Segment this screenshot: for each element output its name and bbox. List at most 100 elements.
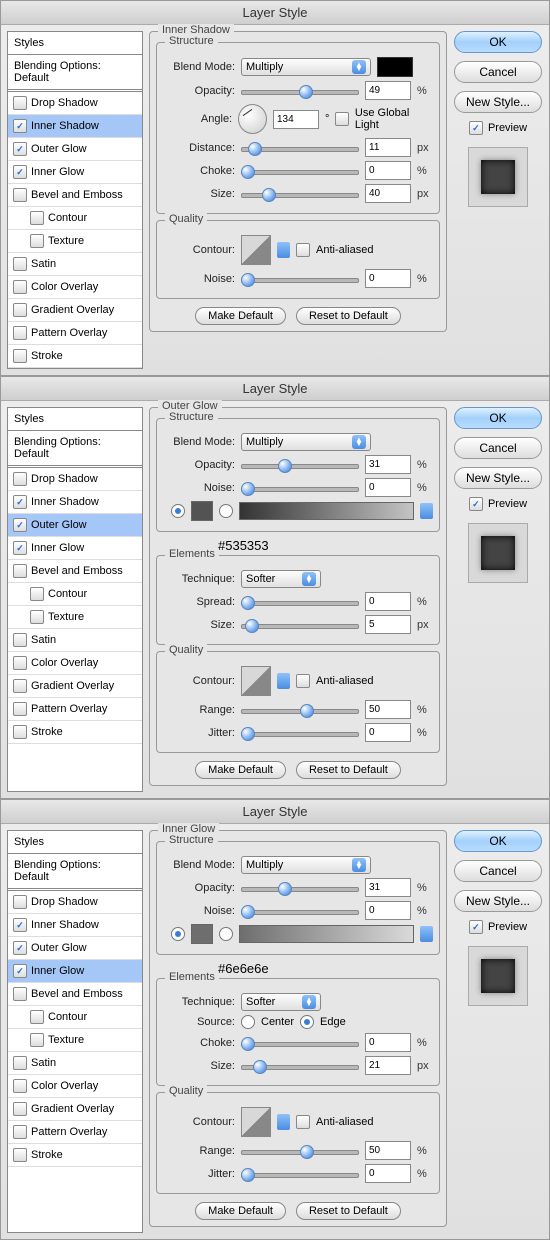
noise-slider[interactable] <box>241 481 359 495</box>
cancel-button[interactable]: Cancel <box>454 61 542 83</box>
use-global-light-checkbox[interactable] <box>335 112 349 126</box>
checkbox[interactable] <box>13 280 27 294</box>
sidebar-item-bevel-and-emboss[interactable]: Bevel and Emboss <box>8 184 142 207</box>
angle-input[interactable] <box>273 110 319 129</box>
checkbox[interactable] <box>13 1056 27 1070</box>
cancel-button[interactable]: Cancel <box>454 437 542 459</box>
checkbox[interactable]: ✓ <box>13 119 27 133</box>
checkbox[interactable] <box>13 1102 27 1116</box>
jitter-slider[interactable] <box>241 726 359 740</box>
sidebar-item-gradient-overlay[interactable]: Gradient Overlay <box>8 1098 142 1121</box>
solid-color-radio[interactable] <box>171 504 185 518</box>
ok-button[interactable]: OK <box>454 31 542 53</box>
checkbox[interactable] <box>13 564 27 578</box>
choke-slider[interactable] <box>241 164 359 178</box>
sidebar-header[interactable]: Styles <box>8 32 142 55</box>
sidebar-item-inner-glow[interactable]: ✓Inner Glow <box>8 161 142 184</box>
size-input[interactable] <box>365 1056 411 1075</box>
checkbox[interactable]: ✓ <box>13 941 27 955</box>
blend-mode-select[interactable]: Multiply▲▼ <box>241 856 371 874</box>
size-slider[interactable] <box>241 1059 359 1073</box>
opacity-input[interactable] <box>365 878 411 897</box>
size-input[interactable] <box>365 184 411 203</box>
gradient-radio[interactable] <box>219 504 233 518</box>
ok-button[interactable]: OK <box>454 407 542 429</box>
range-slider[interactable] <box>241 703 359 717</box>
checkbox[interactable] <box>13 257 27 271</box>
color-swatch[interactable] <box>377 57 413 77</box>
noise-input[interactable] <box>365 269 411 288</box>
checkbox[interactable] <box>13 656 27 670</box>
sidebar-item-satin[interactable]: Satin <box>8 253 142 276</box>
sidebar-subheader[interactable]: Blending Options: Default <box>8 55 142 92</box>
reset-default-button[interactable]: Reset to Default <box>296 1202 401 1220</box>
source-edge-radio[interactable] <box>300 1015 314 1029</box>
checkbox[interactable] <box>13 472 27 486</box>
opacity-slider[interactable] <box>241 458 359 472</box>
checkbox[interactable] <box>13 895 27 909</box>
make-default-button[interactable]: Make Default <box>195 307 286 325</box>
source-center-radio[interactable] <box>241 1015 255 1029</box>
distance-slider[interactable] <box>241 141 359 155</box>
gradient-dropdown-icon[interactable] <box>420 503 433 519</box>
checkbox[interactable] <box>13 303 27 317</box>
range-input[interactable] <box>365 1141 411 1160</box>
checkbox[interactable] <box>30 1010 44 1024</box>
sidebar-item-inner-shadow[interactable]: ✓Inner Shadow <box>8 491 142 514</box>
choke-input[interactable] <box>365 161 411 180</box>
size-slider[interactable] <box>241 618 359 632</box>
checkbox[interactable] <box>13 96 27 110</box>
sidebar-item-color-overlay[interactable]: Color Overlay <box>8 652 142 675</box>
checkbox[interactable]: ✓ <box>13 918 27 932</box>
range-input[interactable] <box>365 700 411 719</box>
contour-dropdown-icon[interactable] <box>277 1114 290 1130</box>
spread-slider[interactable] <box>241 595 359 609</box>
gradient-picker[interactable] <box>239 925 414 943</box>
preview-checkbox[interactable]: ✓ <box>469 920 483 934</box>
anti-aliased-checkbox[interactable] <box>296 243 310 257</box>
sidebar-header[interactable]: Styles <box>8 831 142 854</box>
sidebar-item-texture[interactable]: Texture <box>8 230 142 253</box>
anti-aliased-checkbox[interactable] <box>296 674 310 688</box>
sidebar-item-inner-shadow[interactable]: ✓Inner Shadow <box>8 914 142 937</box>
choke-slider[interactable] <box>241 1036 359 1050</box>
checkbox[interactable] <box>30 587 44 601</box>
blend-mode-select[interactable]: Multiply▲▼ <box>241 58 371 76</box>
sidebar-item-pattern-overlay[interactable]: Pattern Overlay <box>8 698 142 721</box>
sidebar-item-outer-glow[interactable]: ✓Outer Glow <box>8 138 142 161</box>
checkbox[interactable] <box>13 1125 27 1139</box>
checkbox[interactable] <box>30 610 44 624</box>
technique-select[interactable]: Softer▲▼ <box>241 570 321 588</box>
solid-color-radio[interactable] <box>171 927 185 941</box>
sidebar-item-inner-shadow[interactable]: ✓Inner Shadow <box>8 115 142 138</box>
jitter-input[interactable] <box>365 723 411 742</box>
glow-color-swatch[interactable] <box>191 501 213 521</box>
checkbox[interactable] <box>13 188 27 202</box>
sidebar-item-inner-glow[interactable]: ✓Inner Glow <box>8 960 142 983</box>
sidebar-header[interactable]: Styles <box>8 408 142 431</box>
sidebar-item-stroke[interactable]: Stroke <box>8 721 142 744</box>
sidebar-item-bevel-and-emboss[interactable]: Bevel and Emboss <box>8 983 142 1006</box>
sidebar-item-satin[interactable]: Satin <box>8 629 142 652</box>
cancel-button[interactable]: Cancel <box>454 860 542 882</box>
checkbox[interactable]: ✓ <box>13 964 27 978</box>
contour-picker[interactable] <box>241 235 271 265</box>
checkbox[interactable] <box>13 702 27 716</box>
angle-dial[interactable] <box>238 104 267 134</box>
gradient-radio[interactable] <box>219 927 233 941</box>
range-slider[interactable] <box>241 1144 359 1158</box>
noise-slider[interactable] <box>241 904 359 918</box>
sidebar-item-color-overlay[interactable]: Color Overlay <box>8 1075 142 1098</box>
sidebar-item-drop-shadow[interactable]: Drop Shadow <box>8 468 142 491</box>
sidebar-item-gradient-overlay[interactable]: Gradient Overlay <box>8 299 142 322</box>
checkbox[interactable] <box>13 725 27 739</box>
noise-slider[interactable] <box>241 272 359 286</box>
noise-input[interactable] <box>365 901 411 920</box>
sidebar-item-stroke[interactable]: Stroke <box>8 1144 142 1167</box>
opacity-slider[interactable] <box>241 84 359 98</box>
opacity-input[interactable] <box>365 81 411 100</box>
ok-button[interactable]: OK <box>454 830 542 852</box>
reset-default-button[interactable]: Reset to Default <box>296 307 401 325</box>
sidebar-subheader[interactable]: Blending Options: Default <box>8 431 142 468</box>
sidebar-item-satin[interactable]: Satin <box>8 1052 142 1075</box>
